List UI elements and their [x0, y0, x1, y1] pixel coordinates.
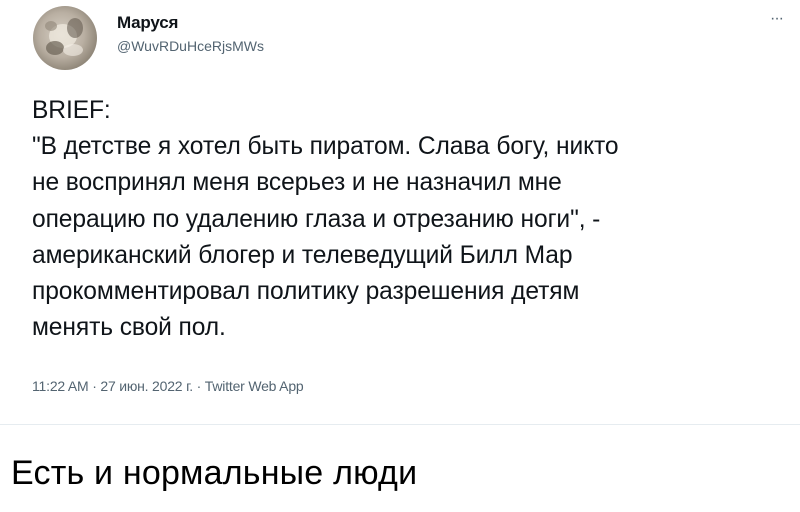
- tweet-card: Маруся @WuvRDuHceRjsMWs ··· BRIEF: "В де…: [0, 0, 800, 425]
- author-handle[interactable]: @WuvRDuHceRjsMWs: [117, 38, 264, 54]
- author-avatar[interactable]: [33, 6, 97, 70]
- tweet-text: BRIEF: "В детстве я хотел быть пиратом. …: [32, 97, 619, 342]
- author-display-name[interactable]: Маруся: [117, 13, 178, 33]
- more-horizontal-icon[interactable]: ···: [770, 11, 792, 27]
- tweet-timestamp[interactable]: 11:22 AM · 27 июн. 2022 г. · Twitter Web…: [32, 378, 304, 394]
- caption-text: Есть и нормальные люди: [11, 454, 418, 492]
- avatar-image: [45, 18, 83, 56]
